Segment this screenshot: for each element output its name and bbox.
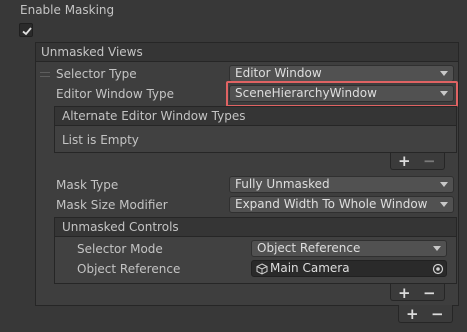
unmasked-views-title: Unmasked Views	[41, 45, 143, 59]
unmasked-views-add-button[interactable]: +	[406, 306, 419, 322]
mask-type-dropdown[interactable]: Fully Unmasked	[229, 176, 454, 193]
selector-mode-value: Object Reference	[257, 241, 361, 255]
unmasked-controls-remove-button[interactable]: −	[423, 285, 436, 301]
list-empty-text: List is Empty	[62, 133, 139, 147]
object-picker-icon[interactable]	[432, 263, 444, 275]
unmasked-views-remove-button[interactable]: −	[431, 306, 444, 322]
selector-mode-label: Selector Mode	[77, 242, 163, 256]
unmasked-controls-title: Unmasked Controls	[62, 220, 179, 234]
mask-size-modifier-value: Expand Width To Whole Window	[235, 197, 428, 211]
highlight-box	[226, 81, 458, 107]
selector-mode-dropdown[interactable]: Object Reference	[251, 240, 447, 257]
enable-masking-checkbox[interactable]	[19, 23, 33, 37]
alternate-types-remove-button[interactable]: −	[423, 153, 436, 169]
enable-masking-label: Enable Masking	[20, 3, 115, 17]
mask-type-label: Mask Type	[56, 178, 119, 192]
chevron-down-icon	[433, 246, 441, 251]
mask-type-value: Fully Unmasked	[235, 177, 330, 191]
drag-handle[interactable]	[40, 72, 50, 77]
unmasked-controls-add-button[interactable]: +	[398, 285, 411, 301]
alternate-types-title: Alternate Editor Window Types	[62, 109, 246, 123]
mask-size-modifier-label: Mask Size Modifier	[56, 198, 168, 212]
chevron-down-icon	[440, 71, 448, 76]
object-reference-value: Main Camera	[270, 261, 350, 275]
selector-type-label: Selector Type	[56, 67, 137, 81]
selector-type-value: Editor Window	[235, 66, 322, 80]
gameobject-cube-icon	[256, 263, 268, 275]
editor-window-type-label: Editor Window Type	[56, 87, 175, 101]
chevron-down-icon	[440, 202, 448, 207]
alternate-types-add-button[interactable]: +	[398, 153, 411, 169]
chevron-down-icon	[440, 182, 448, 187]
checkmark-icon	[22, 27, 32, 36]
object-reference-label: Object Reference	[77, 262, 181, 276]
selector-type-dropdown[interactable]: Editor Window	[229, 65, 454, 82]
mask-size-modifier-dropdown[interactable]: Expand Width To Whole Window	[229, 196, 454, 213]
object-reference-field[interactable]: Main Camera	[251, 260, 447, 277]
